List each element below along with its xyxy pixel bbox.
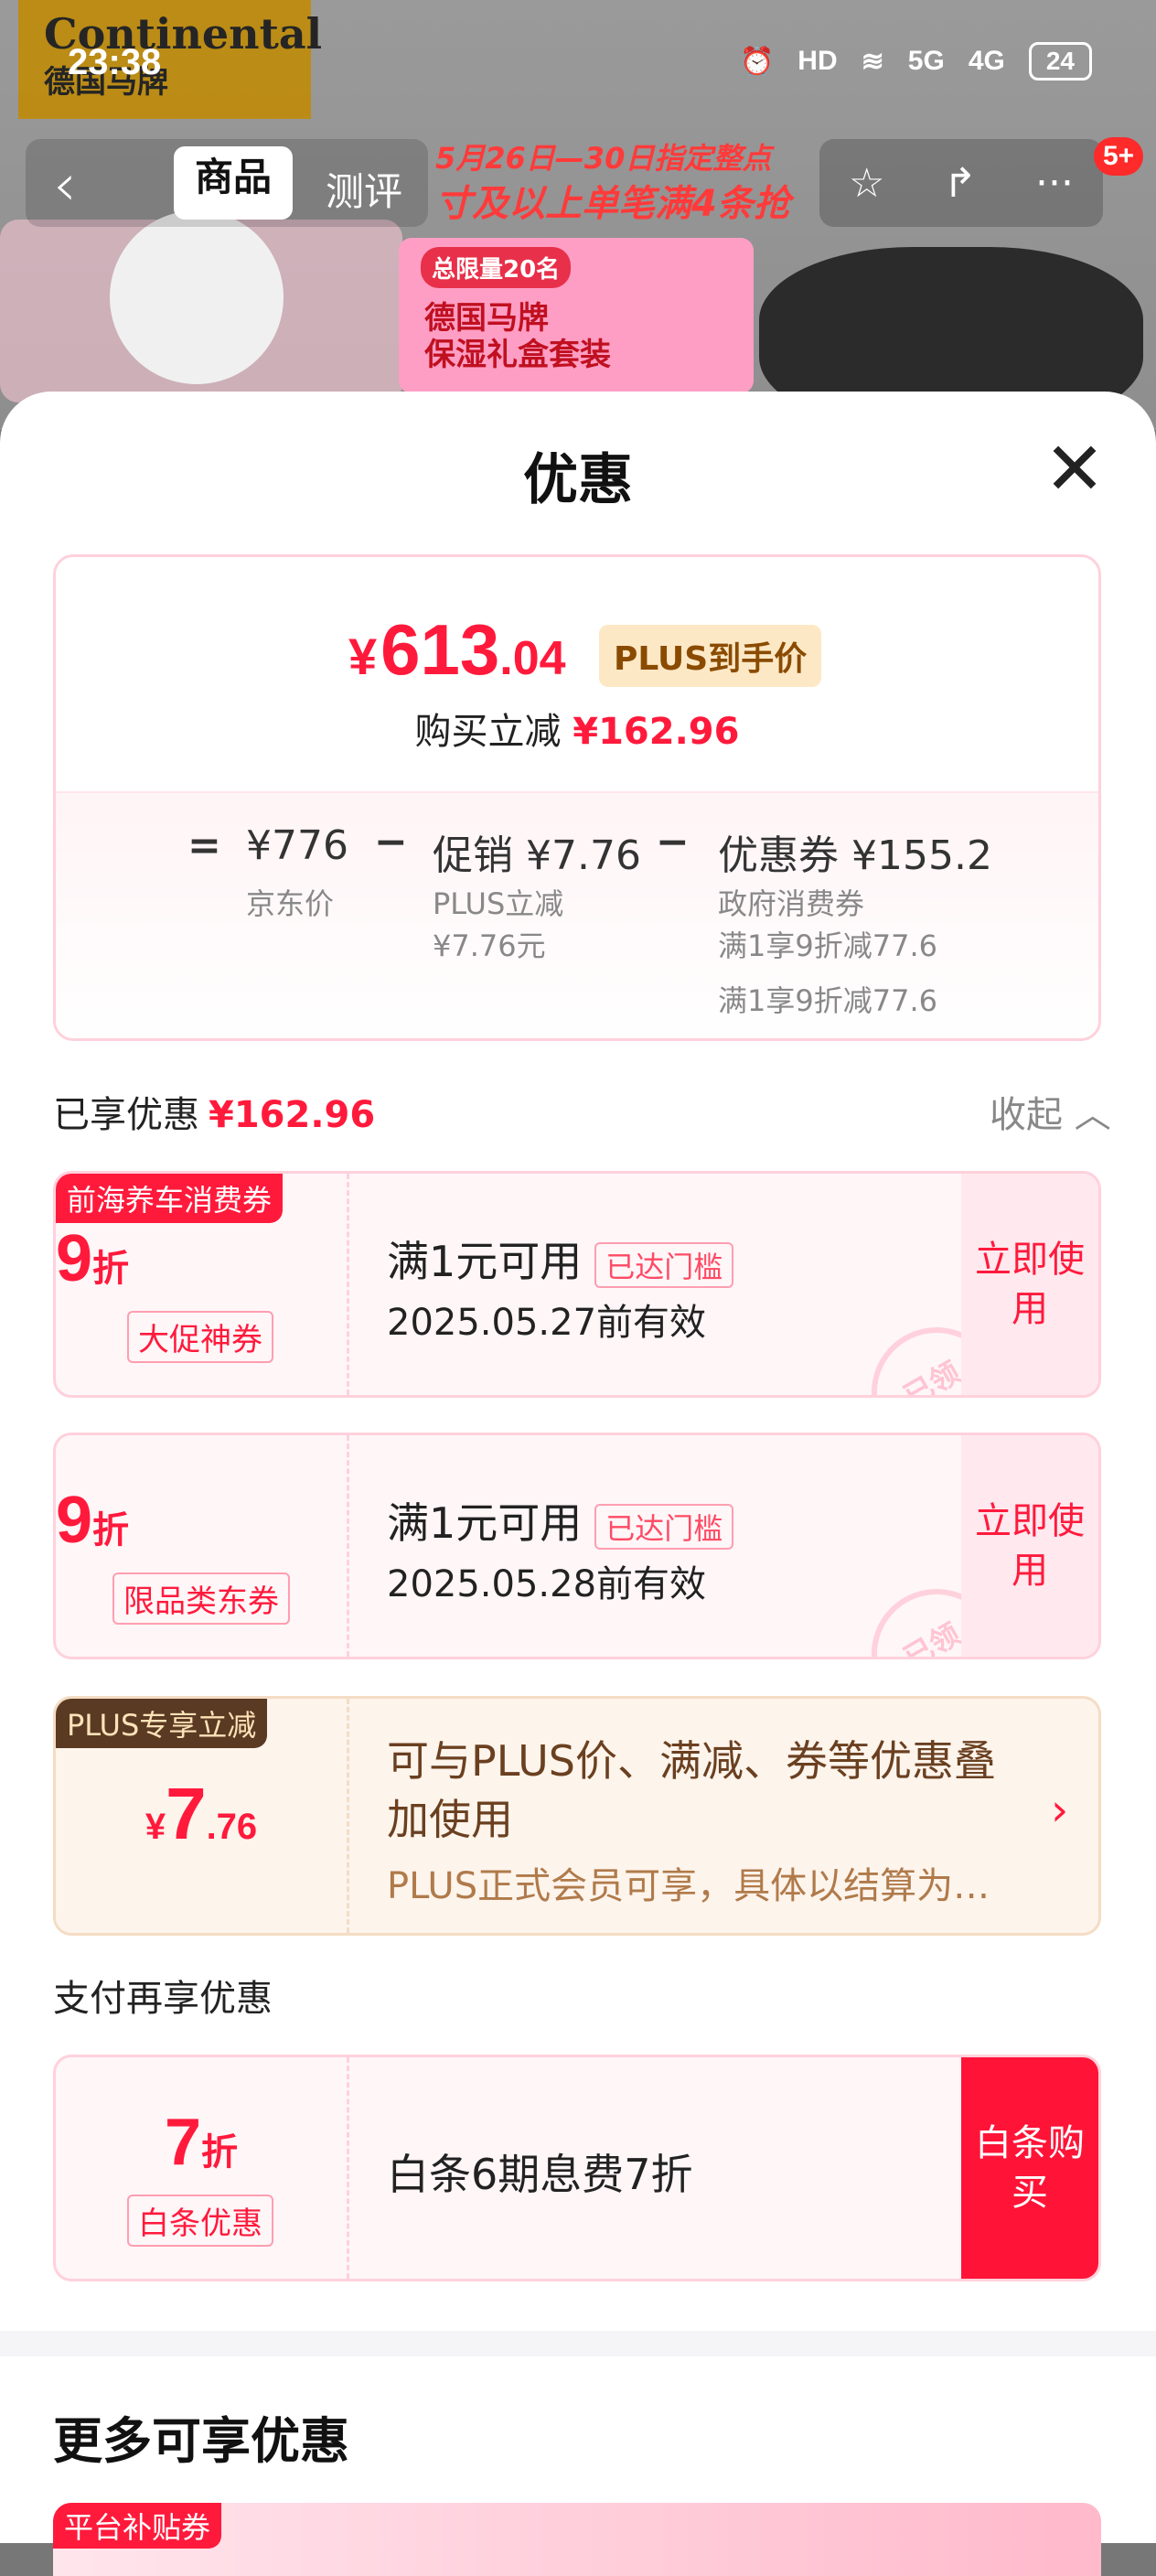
- notification-badge: 5+: [1094, 137, 1144, 176]
- plus-description: 可与PLUS价、满减、券等优惠叠加使用: [387, 1736, 996, 1844]
- save-amount: ¥162.96: [573, 711, 740, 753]
- more-icon[interactable]: ···: [1035, 160, 1074, 207]
- price-breakdown: = ¥776 京东价 − 促销 ¥7.76 PLUS立减 ¥7.76元 − 优惠…: [56, 791, 1098, 1038]
- enjoyed-label: 已享优惠: [53, 1094, 199, 1136]
- baitiao-card: 7折 白条优惠 白条6期息费7折 白条购买: [53, 2055, 1101, 2281]
- subsidy-corner-tag: 平台补贴券: [53, 2503, 222, 2549]
- coupon-discount: 9折: [56, 1222, 130, 1295]
- collapse-button[interactable]: 收起 ︿: [990, 1085, 1111, 1138]
- battery-icon: 24: [1028, 42, 1092, 80]
- enjoyed-discount-label: 已享优惠 ¥162.96: [53, 1085, 375, 1138]
- mascot-image: [110, 210, 284, 384]
- coupon-condition: 满1元可用 已达门槛: [387, 1229, 734, 1289]
- plus-discount-card[interactable]: PLUS专享立减 ¥7.76 可与PLUS价、满减、券等优惠叠加使用 PLUS正…: [53, 1696, 1101, 1936]
- promo-sub1: PLUS立减: [433, 886, 564, 921]
- nav-actions: ☆ ↱ ···: [819, 139, 1103, 227]
- section-divider: [0, 2331, 1156, 2356]
- hd-icon: HD: [797, 46, 838, 76]
- coupon-card: 9折 限品类东券 满1元可用 已达门槛 2025.05.28前有效 已领 立即使用: [53, 1433, 1101, 1659]
- gift-limit-tag: 总限量20名: [421, 247, 572, 288]
- pay-discount-label: 支付再享优惠: [53, 1978, 273, 2020]
- final-price: ¥ 613 .04: [348, 608, 566, 692]
- baitiao-buy-button[interactable]: 白条购买: [961, 2057, 1098, 2279]
- price-integer: 613: [380, 609, 500, 690]
- status-icons: ⏰ HD ≋ 5G 4G 24: [740, 42, 1092, 80]
- jd-price: ¥776: [246, 822, 348, 869]
- baitiao-divider: [347, 2057, 349, 2279]
- plus-divider: [347, 1699, 349, 1933]
- plus-discount-amount: ¥7.76: [144, 1773, 258, 1854]
- coupon-type-pill: 大促神券: [127, 1311, 273, 1363]
- chevron-right-icon[interactable]: ›: [1051, 1785, 1068, 1836]
- star-icon[interactable]: ☆: [849, 160, 884, 207]
- brand-logo-box: Continental 德国马牌: [18, 0, 322, 119]
- threshold-reached-tag: 已达门槛: [594, 1503, 734, 1550]
- alarm-icon: ⏰: [739, 46, 775, 77]
- 4g-signal-icon: 4G: [968, 46, 1005, 76]
- coupon-sub3: 满1享9折减77.6: [718, 983, 937, 1018]
- coupon-sub1: 政府消费券: [718, 886, 865, 921]
- price-yen: ¥: [348, 628, 378, 685]
- sheet-title: 优惠: [523, 448, 633, 512]
- jd-price-label: 京东价: [246, 886, 335, 921]
- gift-line2: 保湿礼盒套装: [424, 337, 611, 373]
- baitiao-condition: 白条6期息费7折: [387, 2150, 693, 2199]
- coupon-amount: 优惠券 ¥155.2: [718, 832, 992, 879]
- discount-bottom-sheet: 优惠 ✕ ¥ 613 .04 PLUS到手价 购买立减 ¥162.96 = ¥7…: [0, 392, 1156, 2576]
- coupon-validity: 2025.05.27前有效: [387, 1302, 707, 1344]
- use-now-button[interactable]: 立即使用: [961, 1435, 1098, 1657]
- promo-banner-line2: 寸及以上单笔满4条抢: [435, 183, 790, 225]
- coupon-validity: 2025.05.28前有效: [387, 1563, 707, 1605]
- equals-sign: =: [187, 822, 221, 869]
- more-discounts-title: 更多可享优惠: [53, 2412, 349, 2470]
- tab-product[interactable]: 商品: [174, 146, 293, 220]
- coupon-discount: 9折: [56, 1484, 130, 1557]
- price-decimal: .04: [499, 632, 566, 685]
- coupon-sub2: 满1享9折减77.6: [718, 928, 937, 963]
- baitiao-pill: 白条优惠: [127, 2195, 273, 2247]
- coupon-card: 前海养车消费券 9折 大促神券 满1元可用 已达门槛 2025.05.27前有效 …: [53, 1171, 1101, 1398]
- coupon-divider: [347, 1435, 349, 1657]
- enjoyed-amount: ¥162.96: [209, 1094, 376, 1136]
- back-icon[interactable]: ‹: [53, 152, 77, 220]
- coupon-corner-tag: 前海养车消费券: [56, 1174, 284, 1223]
- coupon-divider: [347, 1174, 349, 1395]
- promo-amount: 促销 ¥7.76: [433, 832, 641, 879]
- platform-subsidy-card[interactable]: 平台补贴券: [53, 2503, 1101, 2576]
- minus-sign: −: [374, 819, 408, 865]
- plus-price-tag: PLUS到手价: [599, 625, 822, 687]
- plus-corner-tag: PLUS专享立减: [56, 1699, 268, 1748]
- coupon-type-pill: 限品类东券: [112, 1572, 290, 1625]
- price-summary-card: ¥ 613 .04 PLUS到手价 购买立减 ¥162.96 = ¥776 京东…: [53, 554, 1101, 1041]
- promo-sub2: ¥7.76元: [433, 928, 546, 963]
- tab-review[interactable]: 测评: [326, 161, 402, 217]
- save-line: 购买立减 ¥162.96: [56, 702, 1098, 755]
- share-icon[interactable]: ↱: [943, 160, 977, 207]
- save-prefix: 购买立减: [414, 711, 562, 753]
- close-icon[interactable]: ✕: [1043, 433, 1107, 506]
- minus-sign-2: −: [656, 819, 690, 865]
- status-time: 23:38: [68, 42, 162, 82]
- threshold-reached-tag: 已达门槛: [594, 1241, 734, 1288]
- plus-note: PLUS正式会员可享，具体以结算为…: [387, 1865, 990, 1907]
- 5g-signal-icon: 5G: [907, 46, 945, 76]
- baitiao-discount: 7折: [164, 2106, 239, 2179]
- coupon-condition: 满1元可用 已达门槛: [387, 1490, 734, 1551]
- wifi-icon: ≋: [861, 46, 884, 77]
- promo-banner-line1: 5月26日—30日指定整点: [435, 141, 772, 176]
- use-now-button[interactable]: 立即使用: [961, 1174, 1098, 1395]
